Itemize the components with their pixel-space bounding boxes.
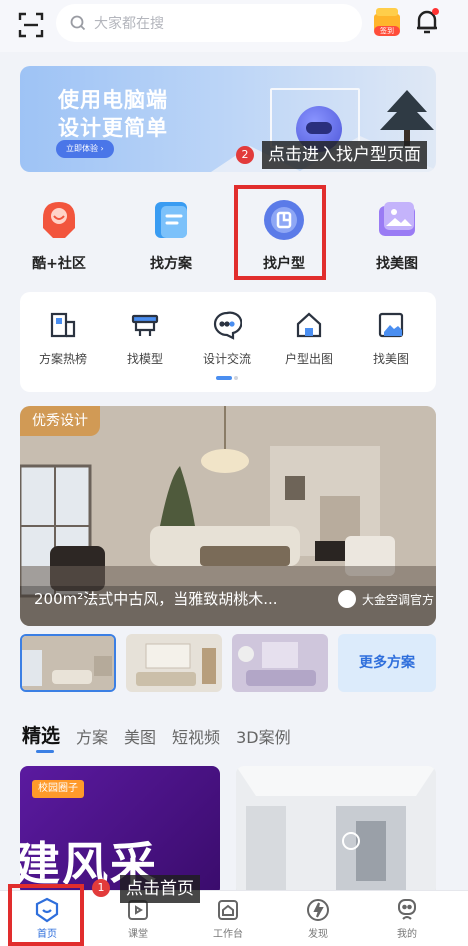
image-icon <box>378 312 404 338</box>
step1-note: 点击首页 <box>120 875 200 903</box>
gift-lid <box>376 8 398 16</box>
author-name: 大金空调官方 <box>362 592 435 607</box>
step2-number: 2 <box>236 146 254 164</box>
nav-profile[interactable]: 我的 <box>367 891 447 946</box>
house-render-icon <box>296 312 322 338</box>
tab-short-video[interactable]: 短视频 <box>172 724 220 748</box>
scan-icon[interactable] <box>18 12 44 38</box>
tool-model[interactable]: 找模型 <box>106 298 184 374</box>
feed-card-interior[interactable] <box>236 766 436 896</box>
nav-discover[interactable]: 发现 <box>278 891 358 946</box>
try-now-button[interactable]: 立即体验 › <box>56 140 114 158</box>
tool-ranking[interactable]: 方案热榜 <box>24 298 102 374</box>
tab-3d-cases[interactable]: 3D案例 <box>236 724 291 748</box>
author-avatar <box>338 590 356 608</box>
ranking-icon <box>50 312 76 338</box>
pager-dot-active <box>216 376 232 380</box>
robot-face <box>306 122 332 134</box>
main-icon-plans[interactable]: 找方案 <box>126 198 216 278</box>
tab-images[interactable]: 美图 <box>124 724 156 748</box>
highlight-box-home <box>8 884 84 946</box>
thumbnail-2[interactable] <box>126 634 222 692</box>
workbench-icon <box>218 900 238 920</box>
main-icon-label: 找美图 <box>376 256 418 272</box>
tool-house-render[interactable]: 户型出图 <box>270 298 348 374</box>
tool-chat[interactable]: 设计交流 <box>188 298 266 374</box>
main-icon-label: 酷+社区 <box>32 256 86 272</box>
tool-label: 找模型 <box>126 352 163 366</box>
gallery-icon <box>379 202 415 236</box>
banner-line2: 设计更简单 <box>58 116 168 140</box>
main-icon-community[interactable]: 酷+社区 <box>14 198 104 278</box>
search-bar[interactable]: 大家都在搜 <box>56 4 362 42</box>
checkin-gift-icon[interactable]: 签到 <box>374 6 400 36</box>
nav-workbench[interactable]: 工作台 <box>188 891 268 946</box>
main-icon-label: 找方案 <box>150 256 192 272</box>
featured-design-card[interactable]: 优秀设计 200m²法式中古风，当雅致胡桃木... 大金空调官方 <box>20 406 436 626</box>
tab-plans[interactable]: 方案 <box>76 724 108 748</box>
main-icon-gallery[interactable]: 找美图 <box>352 198 442 278</box>
thumbnail-1[interactable] <box>20 634 116 692</box>
thumbnail-3[interactable] <box>232 634 328 692</box>
community-icon <box>43 202 75 238</box>
excellent-design-tag: 优秀设计 <box>20 406 100 436</box>
banner-line1: 使用电脑端 <box>58 88 168 112</box>
gift-tag: 签到 <box>374 26 400 36</box>
campus-tag: 校园圈子 <box>32 780 84 798</box>
interior-photo <box>236 766 436 896</box>
profile-icon <box>398 899 416 920</box>
search-icon <box>70 15 86 31</box>
discover-icon <box>307 899 329 921</box>
feed-tabs: 精选 方案 美图 短视频 3D案例 <box>22 718 307 748</box>
tool-label: 户型出图 <box>284 352 333 366</box>
pager-dot <box>234 376 238 380</box>
tool-label: 设计交流 <box>202 352 251 366</box>
hero-title: 200m²法式中古风，当雅致胡桃木... <box>34 590 278 608</box>
more-plans-button[interactable]: 更多方案 <box>338 634 436 692</box>
tool-image[interactable]: 找美图 <box>352 298 430 374</box>
notification-dot <box>432 8 439 15</box>
tab-featured[interactable]: 精选 <box>22 721 60 748</box>
nav-label: 发现 <box>308 929 328 940</box>
chat-icon <box>213 311 242 340</box>
highlight-box-floorplan <box>234 185 326 280</box>
active-tab-indicator <box>36 750 54 753</box>
search-placeholder: 大家都在搜 <box>94 16 164 32</box>
nav-label: 我的 <box>397 929 417 940</box>
nav-label: 课堂 <box>128 929 148 940</box>
model-icon <box>131 314 159 336</box>
plan-icon <box>155 202 187 238</box>
step2-note: 点击进入找户型页面 <box>262 141 427 169</box>
tool-label: 方案热榜 <box>38 352 87 366</box>
tool-label: 找美图 <box>372 352 409 366</box>
step1-number: 1 <box>92 879 110 897</box>
nav-label: 工作台 <box>213 929 243 940</box>
hero-author[interactable]: 大金空调官方 <box>338 590 434 608</box>
